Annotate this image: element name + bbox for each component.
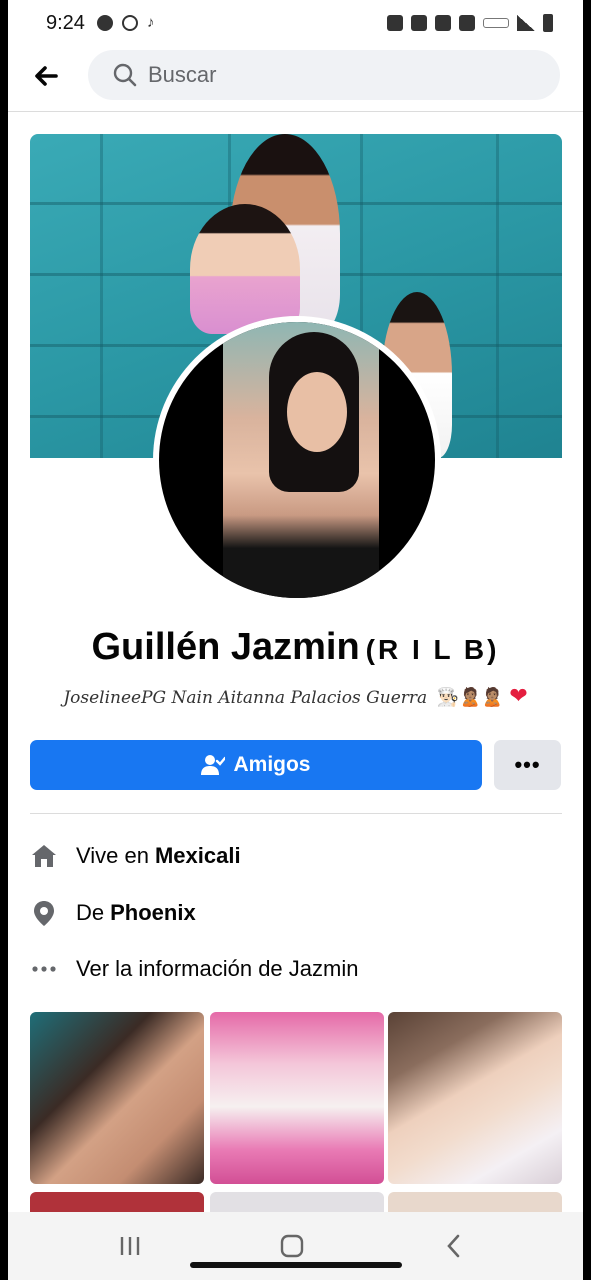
status-time: 9:24 [46, 11, 85, 34]
status-bar: 9:24 ♪ [8, 0, 583, 46]
play-icon [121, 15, 138, 31]
photo-thumbnail[interactable] [210, 1012, 384, 1184]
top-search-header: Buscar [8, 46, 583, 112]
android-navigation-bar [8, 1212, 583, 1280]
friends-check-icon [201, 755, 226, 775]
messenger-icon [96, 15, 113, 31]
more-dots-icon [30, 955, 58, 983]
info-lives-in-prefix: Vive en [76, 843, 149, 868]
info-from: De Phoenix [30, 893, 562, 933]
more-options-button[interactable]: ••• [494, 740, 561, 790]
info-lives-in-city[interactable]: Mexicali [155, 843, 241, 869]
info-from-prefix: De [76, 900, 105, 925]
friends-button[interactable]: Amigos [30, 740, 482, 790]
battery-icon [543, 14, 553, 32]
home-nav-icon [280, 1234, 304, 1258]
info-see-about-label: Ver la información de Jazmin [76, 956, 359, 981]
info-lives-in: Vive en Mexicali [30, 836, 562, 876]
avatar [159, 322, 435, 598]
bio-text: JoselineePG Nain Aitanna Palacios Guerra [63, 688, 428, 708]
tiktok-icon: ♪ [146, 14, 155, 31]
profile-picture[interactable] [153, 316, 441, 604]
search-input[interactable]: Buscar [88, 50, 560, 100]
data-saver-icon [435, 15, 451, 31]
profile-name: Guillén Jazmin [91, 626, 360, 668]
profile-bio: JoselineePG Nain Aitanna Palacios Guerra… [8, 684, 583, 709]
search-icon [113, 63, 137, 87]
photo-thumbnail[interactable] [388, 1012, 562, 1184]
friends-button-label: Amigos [233, 753, 311, 776]
recent-apps-button[interactable] [110, 1230, 150, 1262]
info-see-about[interactable]: Ver la información de Jazmin [30, 949, 562, 989]
home-icon [30, 842, 58, 870]
heart-icon: ❤ [509, 684, 528, 709]
gesture-pill [190, 1262, 402, 1268]
status-indicators [387, 14, 553, 32]
search-placeholder: Buscar [148, 62, 217, 87]
signal-icon [517, 15, 535, 31]
alarm-icon [387, 15, 403, 31]
bio-emojis: 👨🏻‍🍳🙎🏽🙎🏽 [436, 687, 504, 708]
location-pin-icon [30, 899, 58, 927]
recent-apps-icon [120, 1237, 140, 1255]
wifi-icon [459, 15, 475, 31]
divider [30, 813, 562, 814]
volte-icon [483, 18, 509, 28]
photo-thumbnail[interactable] [30, 1012, 204, 1184]
mute-icon [411, 15, 427, 31]
more-dots-label: ••• [514, 752, 541, 777]
chevron-left-icon [447, 1234, 460, 1258]
back-arrow-icon [35, 66, 58, 86]
profile-name-suffix: (R I L B) [365, 634, 500, 665]
back-nav-button[interactable] [434, 1230, 474, 1262]
back-button[interactable] [30, 60, 62, 92]
profile-name-row: Guillén Jazmin (R I L B) [8, 626, 583, 669]
facebook-profile-screen: 9:24 ♪ Buscar Guillén Jazmin (R I L B) J… [8, 0, 583, 1280]
info-from-city[interactable]: Phoenix [110, 900, 196, 926]
home-button[interactable] [272, 1230, 312, 1262]
